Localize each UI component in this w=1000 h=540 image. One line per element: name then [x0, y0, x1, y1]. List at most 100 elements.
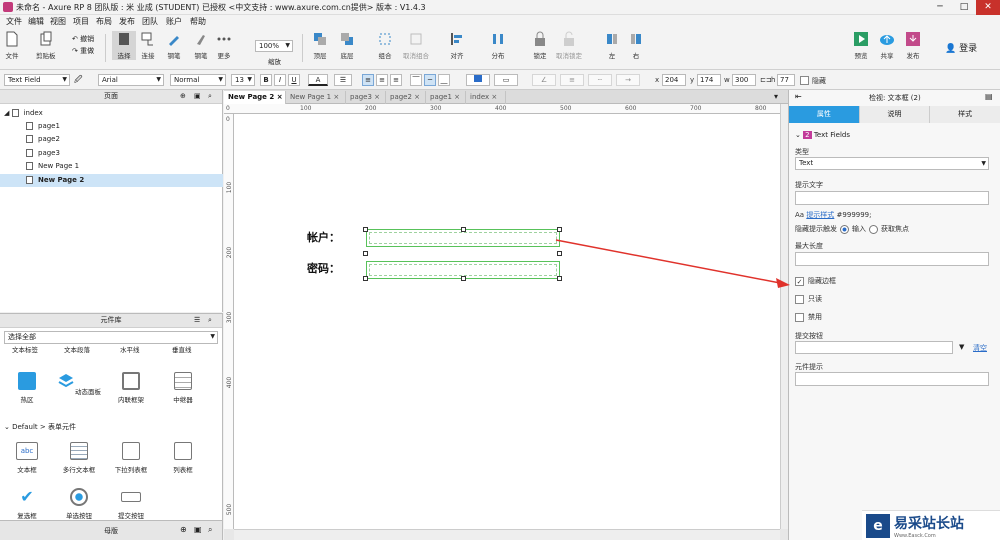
close-icon[interactable]: × — [333, 93, 339, 101]
resize-handle[interactable] — [363, 227, 368, 232]
align-left-button[interactable]: ≡ — [362, 74, 374, 86]
style-edit-icon[interactable]: 🖉 — [74, 74, 88, 86]
widget-dynamic-panel[interactable]: 动态面板 — [52, 372, 106, 396]
undo-button[interactable]: ↶ 撤销 — [72, 34, 94, 44]
resize-handle[interactable] — [557, 276, 562, 281]
send-to-bottom-button[interactable]: 底层 — [339, 31, 355, 60]
radio-on-focus[interactable] — [869, 224, 878, 234]
close-icon[interactable]: × — [277, 93, 283, 101]
type-select[interactable]: Text ▼ — [795, 157, 989, 170]
lock-button[interactable]: 锁定 — [532, 31, 548, 60]
menu-team[interactable]: 团队 — [142, 16, 158, 27]
valign-bottom-button[interactable]: ⎽ — [438, 74, 450, 86]
bold-button[interactable]: B — [260, 74, 272, 86]
text-color-button[interactable]: A — [308, 74, 328, 86]
align-center-button[interactable]: ≡ — [376, 74, 388, 86]
align-right-button[interactable]: ≡ — [390, 74, 402, 86]
line-style-button[interactable]: ∠ — [532, 74, 556, 86]
menu-icon[interactable]: ☰ — [194, 314, 200, 327]
hint-style-link[interactable]: 提示样式 — [806, 211, 834, 219]
section-header[interactable]: ⌄ 2 Text Fields — [795, 131, 850, 139]
add-master-icon[interactable]: ⊕ — [180, 525, 187, 534]
notes-icon[interactable]: ▤ — [985, 92, 993, 101]
add-folder-icon[interactable]: ▣ — [194, 525, 202, 534]
radio-on-input[interactable] — [840, 224, 849, 234]
font-select[interactable]: Arial ▼ — [98, 74, 164, 86]
account-label[interactable]: 帐户： — [307, 229, 340, 245]
menu-view[interactable]: 视图 — [50, 16, 66, 27]
menu-layout[interactable]: 布局 — [96, 16, 112, 27]
resize-handle[interactable] — [363, 276, 368, 281]
resize-handle[interactable] — [557, 251, 562, 256]
publish-button[interactable]: 发布 — [905, 31, 921, 60]
widget-label[interactable]: 垂直线 — [172, 346, 192, 354]
add-page-icon[interactable]: ⊕ — [180, 90, 186, 103]
widget-list-box[interactable]: 列表框 — [156, 442, 210, 474]
tooltip-input[interactable] — [795, 372, 989, 386]
widget-inline-frame[interactable]: 内联框架 — [104, 372, 158, 404]
tree-item-page3[interactable]: page3 — [0, 147, 223, 160]
search-icon[interactable]: ⌕ — [208, 525, 212, 535]
disabled-checkbox[interactable] — [795, 312, 804, 322]
hide-border-checkbox[interactable]: ✓ — [795, 276, 804, 286]
clipboard-button[interactable]: 剪贴板 — [36, 31, 56, 60]
widget-hotspot[interactable]: 热区 — [0, 372, 54, 404]
submit-button-select[interactable] — [795, 341, 953, 354]
border-color-button[interactable]: ▭ — [494, 74, 518, 86]
fill-color-button[interactable] — [466, 74, 490, 86]
redo-button[interactable]: ↷ 重做 — [72, 46, 94, 56]
tab-style[interactable]: 样式 — [930, 106, 1000, 123]
hide-checkbox[interactable] — [800, 76, 809, 85]
close-icon[interactable]: × — [454, 93, 460, 101]
distribute-button[interactable]: 分布 — [490, 31, 506, 60]
widget-type-select[interactable]: Text Field ▼ — [4, 74, 70, 86]
max-length-input[interactable] — [795, 252, 989, 266]
search-icon[interactable]: ⌕ — [208, 90, 212, 103]
tab-notes[interactable]: 说明 — [859, 106, 931, 123]
chevron-down-icon[interactable]: ▼ — [959, 343, 964, 351]
minimize-button[interactable]: ─ — [928, 0, 952, 15]
tree-item-new-page-1[interactable]: New Page 1 — [0, 160, 223, 173]
menu-help[interactable]: 帮助 — [190, 16, 206, 27]
widget-submit-button[interactable]: 提交按钮 — [104, 488, 158, 520]
widget-group-label[interactable]: ⌄ Default > 表单元件 — [4, 422, 76, 432]
h-input[interactable]: 77 — [777, 74, 795, 86]
search-icon[interactable]: ⌕ — [208, 314, 212, 327]
italic-button[interactable]: I — [274, 74, 286, 86]
hint-text-input[interactable] — [795, 191, 989, 205]
select-button[interactable]: 选择 — [112, 31, 136, 60]
maximize-button[interactable]: □ — [952, 0, 976, 15]
valign-middle-button[interactable]: ─ — [424, 74, 436, 86]
line-pattern-button[interactable]: ┄ — [588, 74, 612, 86]
tabs-dropdown-icon[interactable]: ▾ — [774, 92, 778, 101]
add-folder-icon[interactable]: ▣ — [194, 90, 201, 103]
font-size-select[interactable]: 13 ▼ — [231, 74, 255, 86]
w-input[interactable]: 300 — [732, 74, 756, 86]
bullet-list-button[interactable]: ☰ — [334, 74, 352, 86]
pen-tool-button[interactable]: 钢笔 — [193, 31, 209, 60]
unlock-button[interactable]: 取消锁定 — [556, 31, 582, 60]
font-style-select[interactable]: Normal ▼ — [170, 74, 226, 86]
pen-button[interactable]: 钢笔 — [166, 31, 182, 60]
tab-index[interactable]: index × — [466, 91, 506, 104]
close-icon[interactable]: × — [414, 93, 420, 101]
group-button[interactable]: 组合 — [377, 31, 393, 60]
tree-item-index[interactable]: ◢ index — [0, 107, 223, 120]
tab-new-page-2[interactable]: New Page 2 × — [224, 91, 286, 104]
align-button[interactable]: 对齐 — [449, 31, 465, 60]
widget-droplist[interactable]: 下拉列表框 — [104, 442, 158, 474]
resize-handle[interactable] — [363, 251, 368, 256]
vertical-scrollbar[interactable] — [780, 104, 788, 529]
close-icon[interactable]: × — [491, 93, 497, 101]
tab-new-page-1[interactable]: New Page 1 × — [286, 91, 346, 104]
password-label[interactable]: 密码： — [307, 260, 340, 276]
menu-edit[interactable]: 编辑 — [28, 16, 44, 27]
tab-page2[interactable]: page2 × — [386, 91, 426, 104]
resize-handle[interactable] — [461, 227, 466, 232]
widget-radio-button[interactable]: 单选按钮 — [52, 488, 106, 520]
resize-handle[interactable] — [557, 227, 562, 232]
tree-item-page1[interactable]: page1 — [0, 120, 223, 133]
library-select[interactable]: 选择全部 ▼ — [4, 331, 218, 344]
valign-top-button[interactable]: ⎺ — [410, 74, 422, 86]
readonly-checkbox[interactable] — [795, 294, 804, 304]
